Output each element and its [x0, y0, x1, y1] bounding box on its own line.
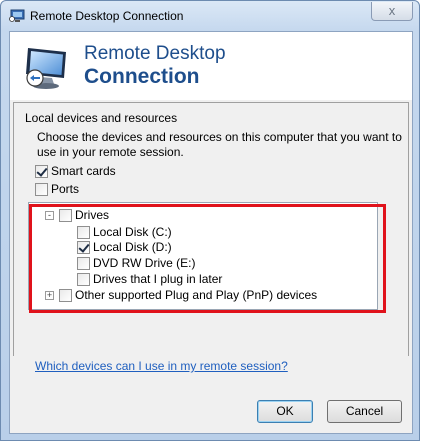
- panel-description: Choose the devices and resources on this…: [37, 130, 402, 160]
- close-icon: x: [388, 3, 396, 18]
- ports-option[interactable]: Ports: [35, 182, 79, 196]
- ok-button[interactable]: OK: [257, 400, 313, 423]
- smart-cards-label: Smart cards: [51, 164, 116, 178]
- smart-cards-option[interactable]: Smart cards: [35, 164, 116, 178]
- banner: Remote Desktop Connection: [10, 32, 412, 100]
- banner-title-line2: Connection: [84, 65, 200, 88]
- ports-checkbox[interactable]: [35, 182, 48, 196]
- description-line: use in your remote session.: [37, 145, 184, 159]
- close-button[interactable]: x: [371, 2, 413, 21]
- highlight-annotation-box: [29, 204, 386, 313]
- description-line: Choose the devices and resources on this…: [37, 130, 402, 144]
- panel-title: Local devices and resources: [25, 111, 178, 125]
- ports-label: Ports: [51, 182, 80, 196]
- banner-title-line1: Remote Desktop: [84, 43, 226, 64]
- window-title: Remote Desktop Connection: [30, 9, 184, 23]
- remote-desktop-icon: [9, 9, 25, 22]
- help-link[interactable]: Which devices can I use in my remote ses…: [35, 359, 288, 373]
- remote-desktop-monitor-icon: [26, 48, 66, 89]
- smart-cards-checkbox[interactable]: [35, 164, 48, 178]
- cancel-button[interactable]: Cancel: [327, 400, 402, 423]
- title-bar[interactable]: Remote Desktop Connection x: [1, 1, 419, 31]
